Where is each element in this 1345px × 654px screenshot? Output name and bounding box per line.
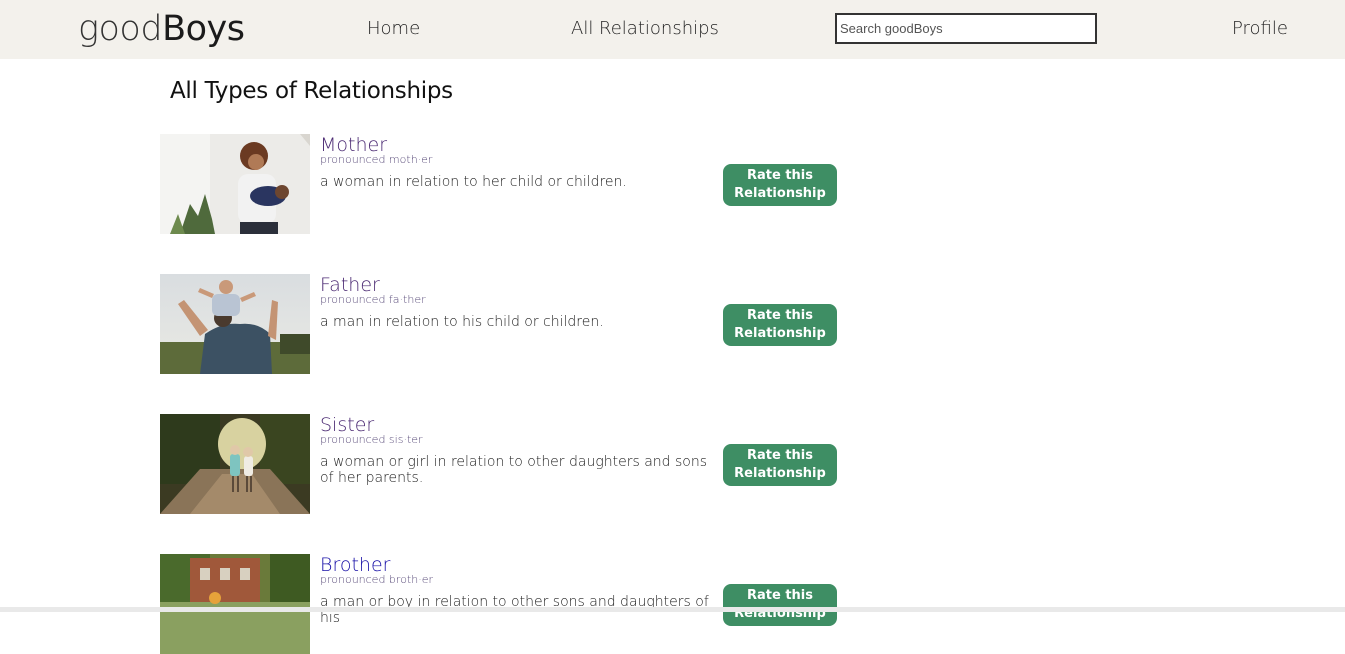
logo-part-good: good [78, 9, 163, 49]
search-input[interactable] [835, 13, 1097, 44]
pronunciation: pronounced moth·er [320, 153, 433, 166]
rate-relationship-button[interactable]: Rate this Relationship [723, 164, 837, 206]
rate-relationship-button[interactable]: Rate this Relationship [723, 584, 837, 626]
father-photo [160, 274, 310, 374]
description: a woman in relation to her child or chil… [320, 174, 627, 190]
horizontal-scrollbar[interactable] [0, 607, 1345, 612]
pronunciation: pronounced broth·er [320, 573, 433, 586]
pronunciation: pronounced sis·ter [320, 433, 423, 446]
description: a woman or girl in relation to other dau… [320, 454, 708, 486]
relationship-row-mother: Mother pronounced moth·er a woman in rel… [160, 134, 850, 234]
relationship-row-sister: Sister pronounced sis·ter a woman or gir… [160, 414, 850, 514]
nav-profile-link[interactable]: Profile [1232, 18, 1288, 40]
site-logo[interactable]: goodBoys [78, 8, 245, 50]
relationship-row-brother: Brother pronounced broth·er a man or boy… [160, 554, 850, 654]
nav-all-relationships-link[interactable]: All Relationships [571, 18, 719, 40]
description: a man in relation to his child or childr… [320, 314, 604, 330]
page-title: All Types of Relationships [170, 78, 453, 104]
nav-home-link[interactable]: Home [367, 18, 420, 40]
relationship-row-father: Father pronounced fa·ther a man in relat… [160, 274, 850, 374]
pronunciation: pronounced fa·ther [320, 293, 426, 306]
rate-relationship-button[interactable]: Rate this Relationship [723, 304, 837, 346]
brother-photo [160, 554, 310, 654]
mother-photo [160, 134, 310, 234]
sister-photo [160, 414, 310, 514]
top-navbar: goodBoys Home All Relationships Profile [0, 0, 1345, 59]
rate-relationship-button[interactable]: Rate this Relationship [723, 444, 837, 486]
logo-part-boys: Boys [162, 9, 245, 49]
